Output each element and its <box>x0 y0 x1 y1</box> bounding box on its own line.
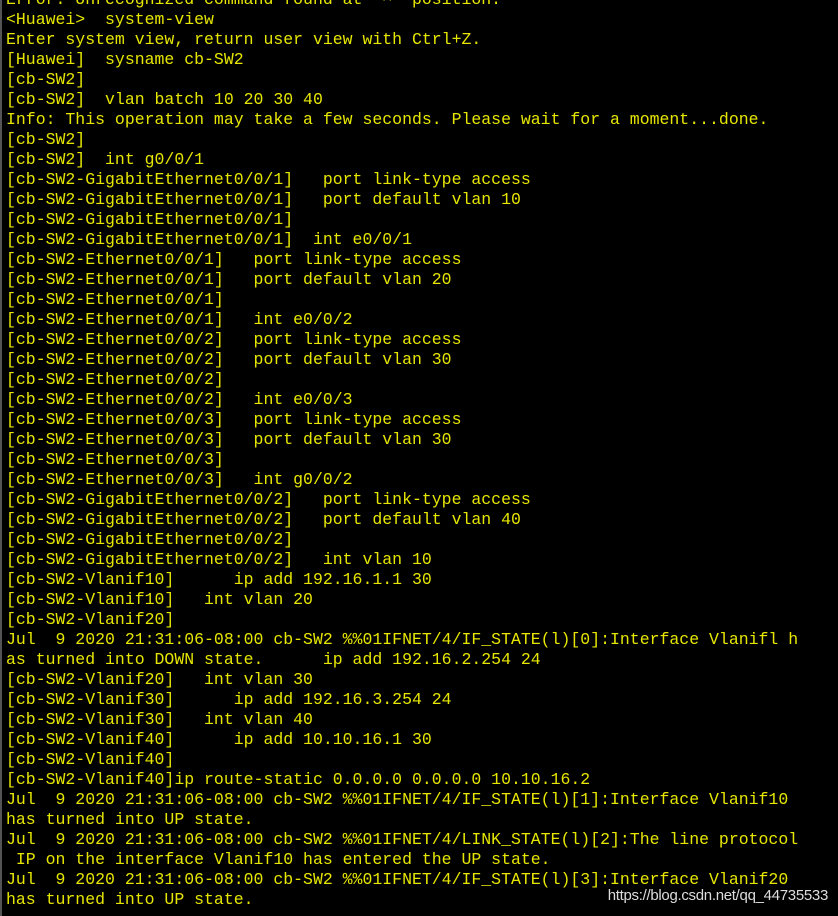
terminal-line: Jul 9 2020 21:31:06-08:00 cb-SW2 %%01IFN… <box>6 790 789 809</box>
terminal-line: [cb-SW2-Ethernet0/0/2] port link-type ac… <box>6 330 462 349</box>
terminal-line: [cb-SW2-Ethernet0/0/1] <box>6 290 224 309</box>
terminal-line: [cb-SW2-Ethernet0/0/2] int e0/0/3 <box>6 390 353 409</box>
terminal-line: Error: Unrecognized command found at '^'… <box>6 0 798 10</box>
terminal-line: [cb-SW2-Ethernet0/0/2] <box>6 370 224 389</box>
terminal-line: [cb-SW2-Vlanif10] int vlan 20 <box>6 590 313 609</box>
terminal-line: Info: This operation may take a few seco… <box>6 110 769 129</box>
terminal-line: <Huawei> system-view <box>6 10 214 29</box>
terminal-line: [cb-SW2-Ethernet0/0/3] port default vlan… <box>6 430 452 449</box>
terminal-line: Jul 9 2020 21:31:06-08:00 cb-SW2 %%01IFN… <box>6 830 799 849</box>
terminal-window[interactable]: Error: Unrecognized command found at '^'… <box>0 0 838 916</box>
terminal-line: [cb-SW2-Vlanif10] ip add 192.16.1.1 30 <box>6 570 432 589</box>
terminal-line: [cb-SW2-Vlanif40]ip route-static 0.0.0.0… <box>6 770 591 789</box>
terminal-line: [cb-SW2-GigabitEthernet0/0/2] port link-… <box>6 490 531 509</box>
terminal-output: Error: Unrecognized command found at '^'… <box>6 0 798 910</box>
terminal-line: [cb-SW2-GigabitEthernet0/0/2] <box>6 530 294 549</box>
terminal-line: [cb-SW2-Ethernet0/0/3] port link-type ac… <box>6 410 462 429</box>
terminal-line: [cb-SW2] <box>6 70 86 89</box>
terminal-line: [cb-SW2-Vlanif40] ip add 10.10.16.1 30 <box>6 730 432 749</box>
terminal-line: [cb-SW2] <box>6 130 86 149</box>
terminal-line: [cb-SW2-Vlanif30] int vlan 40 <box>6 710 313 729</box>
terminal-line: [cb-SW2-Ethernet0/0/3] int g0/0/2 <box>6 470 353 489</box>
terminal-line: [cb-SW2-Vlanif40] <box>6 750 175 769</box>
terminal-line: [cb-SW2] vlan batch 10 20 30 40 <box>6 90 323 109</box>
terminal-line: IP on the interface Vlanif10 has entered… <box>6 850 551 869</box>
terminal-line: [cb-SW2-Ethernet0/0/1] port link-type ac… <box>6 250 462 269</box>
terminal-line: Jul 9 2020 21:31:06-08:00 cb-SW2 %%01IFN… <box>6 630 799 649</box>
terminal-line: [cb-SW2-Ethernet0/0/1] int e0/0/2 <box>6 310 353 329</box>
watermark: https://blog.csdn.net/qq_44735533 <box>607 887 829 904</box>
terminal-line: as turned into DOWN state. ip add 192.16… <box>6 650 541 669</box>
terminal-line: [cb-SW2-GigabitEthernet0/0/2] port defau… <box>6 510 521 529</box>
terminal-line: Enter system view, return user view with… <box>6 30 482 49</box>
terminal-line: [cb-SW2-Ethernet0/0/3] <box>6 450 224 469</box>
terminal-line: [cb-SW2-Vlanif20] int vlan 30 <box>6 670 313 689</box>
terminal-line: [cb-SW2-GigabitEthernet0/0/1] <box>6 210 294 229</box>
terminal-line: [cb-SW2-Ethernet0/0/2] port default vlan… <box>6 350 452 369</box>
terminal-line: [cb-SW2-Ethernet0/0/1] port default vlan… <box>6 270 452 289</box>
terminal-line: [cb-SW2-Vlanif20] <box>6 610 175 629</box>
terminal-line: [cb-SW2-GigabitEthernet0/0/1] port defau… <box>6 190 521 209</box>
terminal-line: [cb-SW2-GigabitEthernet0/0/1] port link-… <box>6 170 531 189</box>
terminal-line: [cb-SW2-Vlanif30] ip add 192.16.3.254 24 <box>6 690 452 709</box>
terminal-line: has turned into UP state. <box>6 810 254 829</box>
terminal-line: [cb-SW2] int g0/0/1 <box>6 150 205 169</box>
terminal-line: [Huawei] sysname cb-SW2 <box>6 50 244 69</box>
terminal-line: [cb-SW2-GigabitEthernet0/0/2] int vlan 1… <box>6 550 432 569</box>
terminal-line: [cb-SW2-GigabitEthernet0/0/1] int e0/0/1 <box>6 230 412 249</box>
